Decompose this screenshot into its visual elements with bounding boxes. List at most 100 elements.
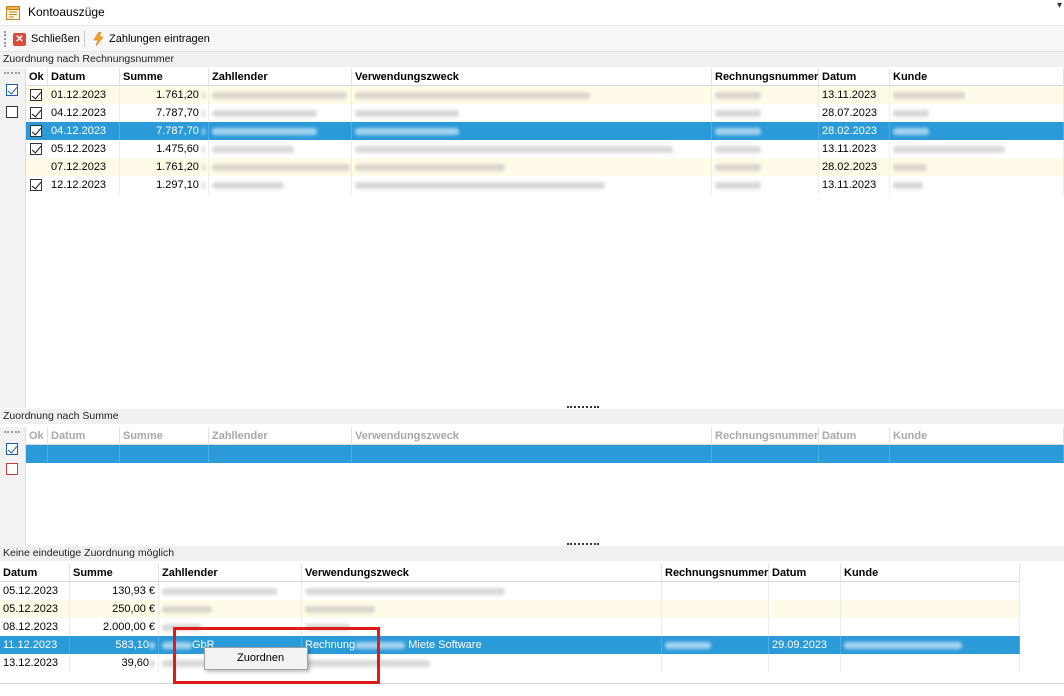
cell-rechnungsnummer — [712, 176, 819, 194]
table-row-selected[interactable] — [26, 445, 1064, 463]
select-none-checkbox[interactable] — [6, 463, 18, 475]
cell-summe: 1.297,10 — [120, 176, 209, 194]
cell-verwendungszweck — [302, 600, 662, 618]
cell-summe: 2.000,00 € — [70, 618, 159, 636]
grid-invoice-number: Ok Datum Summe Zahllender Verwendungszwe… — [0, 68, 1064, 408]
selector-column — [0, 68, 26, 408]
grid-amount: Ok Datum Summe Zahllender Verwendungszwe… — [0, 427, 1064, 545]
cell-kunde — [841, 654, 1020, 672]
column-selector-dots[interactable] — [4, 431, 20, 433]
cell-rechnungsnummer — [662, 600, 769, 618]
ok-checkbox[interactable] — [30, 125, 42, 137]
table-row-selected[interactable]: 11.12.2023 583,10 GbR Rechnung Miete Sof… — [0, 636, 1020, 654]
cell-verwendungszweck — [352, 140, 712, 158]
col-header-summe[interactable]: Summe — [70, 564, 159, 582]
cell-verwendungszweck — [352, 176, 712, 194]
cell-summe: 39,60 — [70, 654, 159, 672]
cell-zahllender — [159, 582, 302, 600]
cell-rechnungsnummer — [712, 104, 819, 122]
toolbar-grip[interactable] — [4, 31, 7, 47]
cell-summe: 1.761,20 — [120, 86, 209, 104]
col-header-kunde[interactable]: Kunde — [890, 427, 1064, 445]
cell-datum: 12.12.2023 — [48, 176, 120, 194]
cell-kunde — [890, 122, 1064, 140]
cell-datum-2: 28.07.2023 — [819, 104, 890, 122]
cell-summe: 583,10 — [70, 636, 159, 654]
select-all-checkbox[interactable] — [6, 443, 18, 455]
cell-datum-2: 28.02.2023 — [819, 158, 890, 176]
cell-kunde — [841, 600, 1020, 618]
cell-kunde — [890, 176, 1064, 194]
col-header-ok[interactable]: Ok — [26, 427, 48, 445]
collapse-arrow-icon[interactable]: ▾ — [1057, 0, 1062, 11]
table-row[interactable]: 07.12.2023 1.761,20 28.02.2023 — [26, 158, 1064, 176]
col-header-datum-2[interactable]: Datum — [769, 564, 841, 582]
col-header-datum[interactable]: Datum — [0, 564, 70, 582]
table-row[interactable]: 13.12.2023 39,60 — [0, 654, 1020, 672]
cell-rechnungsnummer — [662, 618, 769, 636]
cell-datum: 01.12.2023 — [48, 86, 120, 104]
table-row[interactable]: 05.12.2023 1.475,60 13.11.2023 — [26, 140, 1064, 158]
close-button[interactable]: ✕ Schließen — [13, 29, 80, 49]
table-row[interactable]: 08.12.2023 2.000,00 € — [0, 618, 1020, 636]
table-row[interactable]: 01.12.2023 1.761,20 13.11.2023 — [26, 86, 1064, 104]
col-header-kunde[interactable]: Kunde — [890, 68, 1064, 86]
col-header-zahllender[interactable]: Zahllender — [159, 564, 302, 582]
col-header-datum[interactable]: Datum — [48, 427, 120, 445]
toolbar-separator — [84, 31, 85, 47]
cell-datum — [48, 445, 120, 463]
cell-verwendungszweck — [352, 445, 712, 463]
select-none-checkbox[interactable] — [6, 106, 18, 118]
col-header-verwendungszweck[interactable]: Verwendungszweck — [302, 564, 662, 582]
window-title: Kontoauszüge — [28, 5, 105, 19]
cell-datum: 11.12.2023 — [0, 636, 70, 654]
cell-kunde — [841, 618, 1020, 636]
cell-datum-2: 13.11.2023 — [819, 176, 890, 194]
table-row[interactable]: 05.12.2023 250,00 € — [0, 600, 1020, 618]
table-row[interactable]: 05.12.2023 130,93 € — [0, 582, 1020, 600]
select-all-checkbox[interactable] — [6, 84, 18, 96]
cell-summe: 7.787,70 — [120, 122, 209, 140]
cell-datum: 04.12.2023 — [48, 104, 120, 122]
column-selector-dots[interactable] — [4, 72, 20, 74]
col-header-rechnungsnummer[interactable]: Rechnungsnummer — [662, 564, 769, 582]
col-header-summe[interactable]: Summe — [120, 427, 209, 445]
col-header-kunde[interactable]: Kunde — [841, 564, 1020, 582]
cell-rechnungsnummer — [712, 140, 819, 158]
col-header-ok[interactable]: Ok — [26, 68, 48, 86]
cell-datum: 04.12.2023 — [48, 122, 120, 140]
col-header-summe[interactable]: Summe — [120, 68, 209, 86]
cell-datum-2: 13.11.2023 — [819, 86, 890, 104]
col-header-datum[interactable]: Datum — [48, 68, 120, 86]
enter-payments-button[interactable]: Zahlungen eintragen — [92, 29, 210, 49]
col-header-verwendungszweck[interactable]: Verwendungszweck — [352, 68, 712, 86]
section-header-no-match: Keine eindeutige Zuordnung möglich — [0, 546, 1064, 561]
table-row[interactable]: 04.12.2023 7.787,70 28.07.2023 — [26, 104, 1064, 122]
cell-kunde — [841, 582, 1020, 600]
cell-kunde — [890, 104, 1064, 122]
col-header-zahllender[interactable]: Zahllender — [209, 68, 352, 86]
cell-kunde — [890, 158, 1064, 176]
col-header-datum-2[interactable]: Datum — [819, 68, 890, 86]
col-header-rechnungsnummer[interactable]: Rechnungsnummer — [712, 427, 819, 445]
cell-rechnungsnummer — [662, 582, 769, 600]
col-header-rechnungsnummer[interactable]: Rechnungsnummer — [712, 68, 819, 86]
cell-kunde — [890, 86, 1064, 104]
col-header-verwendungszweck[interactable]: Verwendungszweck — [352, 427, 712, 445]
ok-checkbox[interactable] — [30, 143, 42, 155]
cell-zahllender — [209, 176, 352, 194]
ok-checkbox[interactable] — [30, 107, 42, 119]
ok-checkbox[interactable] — [30, 89, 42, 101]
cell-summe: 1.761,20 — [120, 158, 209, 176]
table-row-selected[interactable]: 04.12.2023 7.787,70 28.02.2023 — [26, 122, 1064, 140]
grid-no-match: Datum Summe Zahllender Verwendungszweck … — [0, 564, 1064, 683]
section-header-amount: Zuordnung nach Summe — [0, 409, 1064, 424]
col-header-zahllender[interactable]: Zahllender — [209, 427, 352, 445]
cell-rechnungsnummer — [712, 158, 819, 176]
cell-zahllender — [209, 86, 352, 104]
cell-verwendungszweck — [352, 104, 712, 122]
col-header-datum-2[interactable]: Datum — [819, 427, 890, 445]
ok-checkbox[interactable] — [30, 179, 42, 191]
table-row[interactable]: 12.12.2023 1.297,10 13.11.2023 — [26, 176, 1064, 194]
cell-datum: 05.12.2023 — [0, 600, 70, 618]
